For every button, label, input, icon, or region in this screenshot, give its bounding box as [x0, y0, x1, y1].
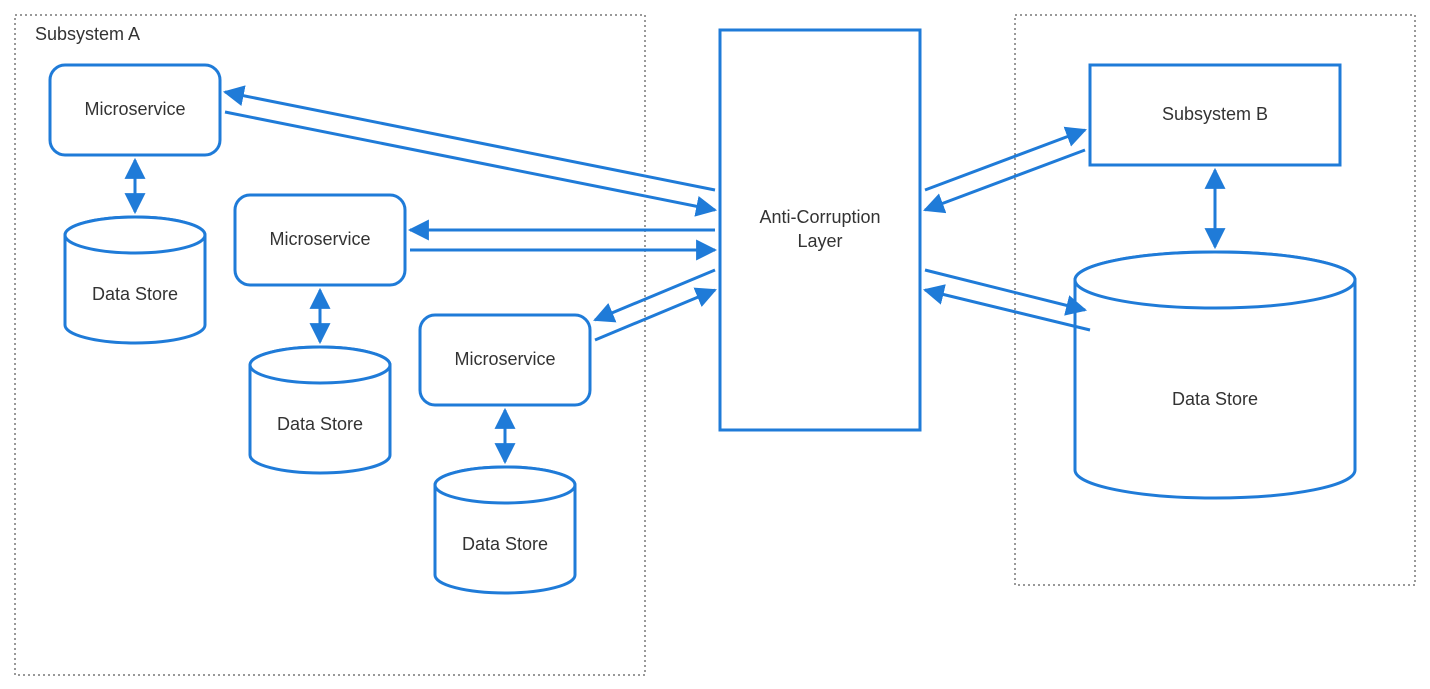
microservice-label: Microservice: [454, 349, 555, 369]
data-store-cylinder: [435, 467, 575, 593]
microservice-label: Microservice: [269, 229, 370, 249]
architecture-diagram: Subsystem A Anti-Corruption Layer Micros…: [0, 0, 1430, 689]
subsystem-a-label: Subsystem A: [35, 24, 140, 44]
data-store-cylinder: [65, 217, 205, 343]
microservice-label: Microservice: [84, 99, 185, 119]
acl-label-2: Layer: [797, 231, 842, 251]
data-store-label: Data Store: [277, 414, 363, 434]
connector-ms3-to-acl: [595, 290, 715, 340]
subsystem-b-label: Subsystem B: [1162, 104, 1268, 124]
connector-dsb-to-acl: [925, 290, 1090, 330]
data-store-b-label: Data Store: [1172, 389, 1258, 409]
data-store-cylinder-b: [1075, 252, 1355, 498]
data-store-cylinder: [250, 347, 390, 473]
data-store-label: Data Store: [92, 284, 178, 304]
connector-acl-to-dsb: [925, 270, 1085, 310]
acl-label-1: Anti-Corruption: [759, 207, 880, 227]
connector-acl-to-ms3: [595, 270, 715, 320]
connector-acl-to-ms1: [225, 92, 715, 190]
data-store-label: Data Store: [462, 534, 548, 554]
